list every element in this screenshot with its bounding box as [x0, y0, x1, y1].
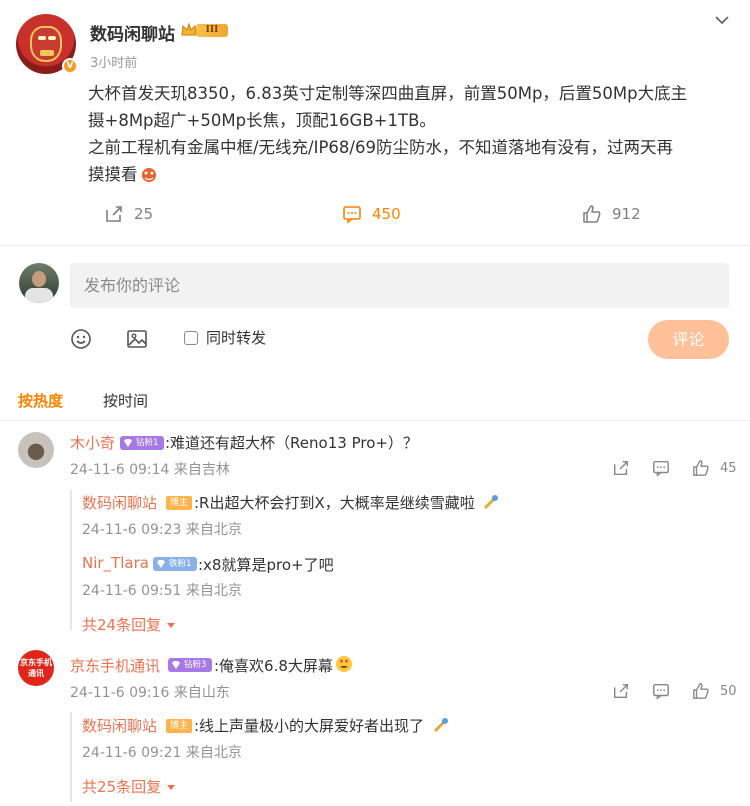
diamond-icon: [172, 661, 180, 669]
reply-author-name[interactable]: 数码闲聊站: [82, 715, 157, 736]
fan-badge[interactable]: 钻粉1: [120, 436, 164, 450]
reply-text: :线上声量极小的大屏爱好者出现了: [194, 717, 425, 735]
comment-meta: 24-11-6 09:16 来自山东: [70, 685, 230, 701]
tab-sort-time[interactable]: 按时间: [103, 390, 148, 411]
comment-icon[interactable]: [652, 459, 670, 477]
comment-like-count: 50: [720, 683, 737, 699]
comment-actions: 50: [612, 681, 737, 701]
post-content: 大杯首发天玑8350，6.83英寸定制等深四曲直屏，前置50Mp，后置50Mp大…: [88, 80, 734, 188]
image-icon[interactable]: [126, 328, 148, 350]
comment-actions: 45: [612, 458, 737, 478]
blogger-tag: 博主: [166, 719, 192, 733]
commenter-avatar[interactable]: [18, 432, 54, 468]
diamond-icon: [124, 439, 132, 447]
like-icon: [583, 205, 601, 223]
crab-emoji-icon: [141, 168, 156, 182]
reply-meta: 24-11-6 09:51 来自北京: [82, 583, 242, 599]
like-icon[interactable]: [692, 459, 710, 477]
avatar-logo-text: 京东手机通讯: [20, 658, 52, 678]
tab-sort-hot[interactable]: 按热度: [18, 390, 63, 411]
pointer-emoji-icon: [483, 495, 498, 510]
comment-text: :俺喜欢6.8大屏幕: [214, 657, 333, 675]
post-text-tail: 摸摸看: [88, 165, 138, 184]
reply-meta: 24-11-6 09:21 来自北京: [82, 745, 242, 761]
commenter-name[interactable]: 木小奇: [70, 432, 115, 453]
repost-icon: [106, 206, 122, 222]
repost-count: 25: [134, 205, 154, 223]
heart-eyes-emoji-icon: [336, 656, 352, 672]
post-text-line: 摸摸看: [88, 161, 734, 188]
member-badge[interactable]: III: [180, 21, 232, 39]
divider: [0, 245, 750, 246]
current-user-avatar[interactable]: [19, 263, 59, 303]
post-text-line: 之前工程机有金属中框/无线充/IP68/69防尘防水，不知道落地有没有，过两天再: [88, 138, 673, 157]
commenter-name[interactable]: 京东手机通讯: [70, 655, 160, 676]
post-text-line: 摄+8Mp超广+50Mp长焦，顶配16GB+1TB。: [88, 111, 436, 130]
reply-author-name[interactable]: Nir_Tlara: [82, 554, 149, 572]
repost-button[interactable]: 25: [104, 200, 153, 228]
more-replies-label: 共25条回复: [82, 778, 162, 796]
like-button[interactable]: 912: [582, 200, 641, 228]
comment-like-count: 45: [720, 460, 737, 476]
more-replies-link[interactable]: 共25条回复: [82, 776, 176, 797]
commenter-avatar[interactable]: 京东手机通讯: [18, 650, 54, 686]
reply-thread-bar: [70, 712, 72, 802]
more-replies-link[interactable]: 共24条回复: [82, 614, 176, 635]
comment-icon[interactable]: [652, 682, 670, 700]
like-icon[interactable]: [692, 682, 710, 700]
repost-icon[interactable]: [612, 682, 630, 700]
fan-badge[interactable]: 铁粉1: [153, 557, 197, 571]
submit-comment-button[interactable]: 评论: [648, 320, 729, 359]
comment-count: 450: [372, 205, 401, 223]
post-action-bar: 25 450 912: [0, 200, 750, 228]
more-replies-label: 共24条回复: [82, 616, 162, 634]
fan-badge-label: 钻粉3: [184, 660, 207, 670]
author-name[interactable]: 数码闲聊站: [90, 20, 175, 45]
repost-checkbox[interactable]: [184, 331, 198, 345]
reply-text: :R出超大杯会打到X，大概率是继续雪藏啦: [194, 494, 475, 512]
post-header: V 数码闲聊站 III 3小时前: [16, 10, 734, 78]
fan-badge-label: 钻粉1: [136, 438, 159, 448]
blogger-tag: 博主: [166, 496, 192, 510]
fan-badge[interactable]: 钻粉3: [168, 658, 212, 672]
post-time[interactable]: 3小时前: [90, 52, 137, 71]
caret-down-icon: [167, 785, 176, 790]
repost-icon[interactable]: [612, 459, 630, 477]
chevron-down-icon[interactable]: [714, 14, 730, 26]
comment-button[interactable]: 450: [342, 200, 401, 228]
diamond-icon: [157, 560, 165, 568]
reply-thread-bar: [70, 490, 72, 630]
comment-input[interactable]: [70, 263, 729, 308]
comment-icon: [343, 206, 361, 224]
caret-down-icon: [167, 623, 176, 628]
fan-badge-label: 铁粉1: [169, 559, 192, 569]
post-text-line: 大杯首发天玑8350，6.83英寸定制等深四曲直屏，前置50Mp，后置50Mp大…: [88, 84, 688, 103]
member-level-tag: III: [196, 24, 228, 37]
repost-checkbox-label[interactable]: 同时转发: [206, 327, 266, 348]
divider: [0, 420, 750, 421]
emoji-icon[interactable]: [70, 328, 92, 350]
reply-author-name[interactable]: 数码闲聊站: [82, 492, 157, 513]
verified-badge-icon: V: [62, 58, 78, 74]
reply-meta: 24-11-6 09:23 来自北京: [82, 522, 242, 538]
pointer-emoji-icon: [433, 718, 448, 733]
comment-text: :难道还有超大杯（Reno13 Pro+）？: [165, 434, 418, 452]
like-count: 912: [612, 205, 641, 223]
comment-meta: 24-11-6 09:14 来自吉林: [70, 462, 230, 478]
reply-text: :x8就算是pro+了吧: [198, 556, 334, 574]
